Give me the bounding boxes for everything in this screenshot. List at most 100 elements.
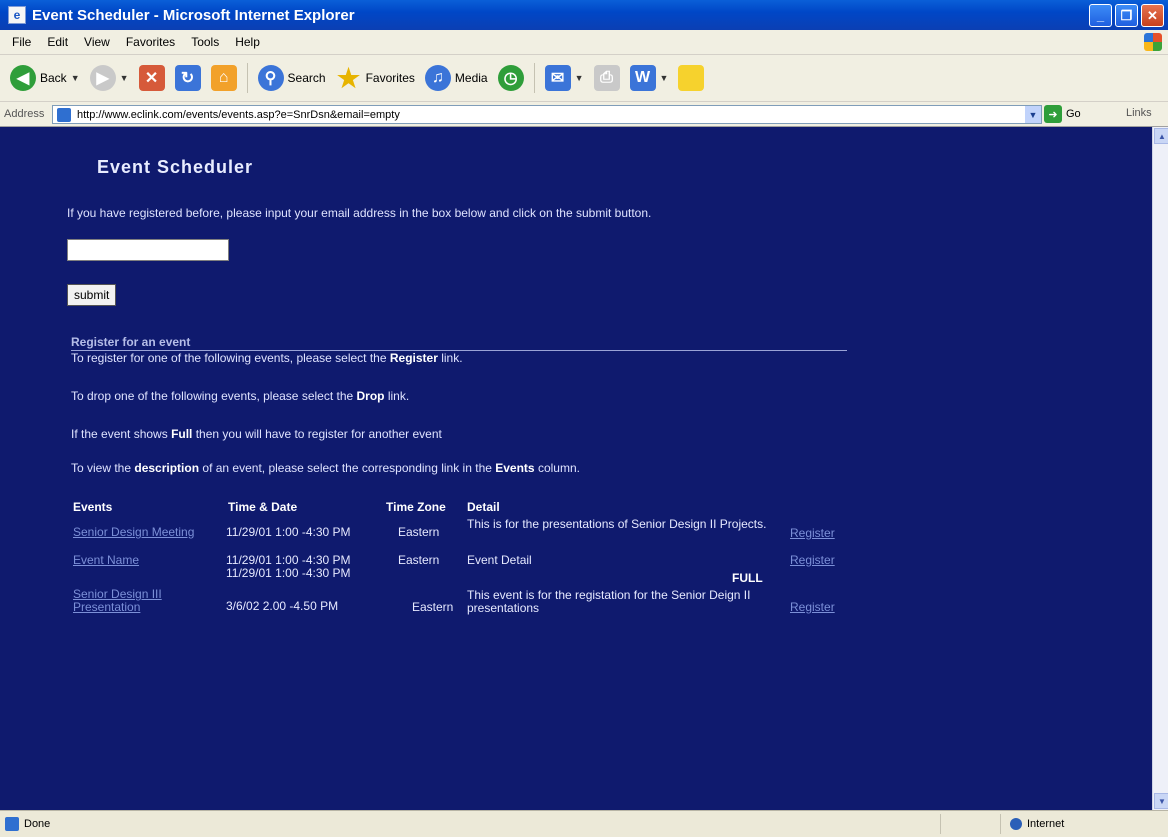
back-label: Back — [40, 71, 67, 85]
instruction-text: then you will have to register for anoth… — [192, 427, 442, 441]
register-link[interactable]: Register — [790, 601, 835, 614]
event-detail: This is for the presentations of Senior … — [467, 517, 767, 531]
menu-favorites[interactable]: Favorites — [126, 35, 175, 49]
scroll-up-icon[interactable]: ▲ — [1154, 128, 1168, 144]
edit-dropdown-icon[interactable]: ▼ — [660, 73, 669, 83]
event-link[interactable]: Senior Design III Presentation — [73, 588, 193, 614]
instruction-bold: Register — [389, 351, 438, 365]
folder-button[interactable] — [678, 65, 705, 91]
internet-globe-icon — [1010, 818, 1022, 830]
forward-arrow-icon: ▶ — [89, 65, 116, 91]
menu-help[interactable]: Help — [235, 35, 260, 49]
media-button[interactable]: ♫ Media — [424, 65, 488, 91]
menu-file[interactable]: File — [12, 35, 31, 49]
stop-icon: ✕ — [138, 65, 165, 91]
menu-tools[interactable]: Tools — [191, 35, 219, 49]
register-instruction: To register for one of the following eve… — [71, 351, 463, 365]
instruction-text: To drop one of the following events, ple… — [71, 389, 357, 403]
section-heading: Register for an event — [71, 335, 847, 351]
folder-icon — [678, 65, 705, 91]
page-done-icon — [5, 817, 19, 831]
home-button[interactable]: ⌂ — [210, 65, 237, 91]
minimize-button[interactable]: _ — [1089, 4, 1112, 27]
close-button[interactable]: ✕ — [1141, 4, 1164, 27]
print-button[interactable]: ⎙ — [593, 65, 620, 91]
forward-button[interactable]: ▶ ▼ — [89, 65, 129, 91]
media-icon: ♫ — [424, 65, 451, 91]
instruction-bold: Events — [495, 461, 535, 475]
title-bar: e Event Scheduler - Microsoft Internet E… — [0, 0, 1168, 30]
toolbar: ◀ Back ▼ ▶ ▼ ✕ ↻ ⌂ ⚲ Search ★ Favorites … — [0, 55, 1168, 102]
instruction-text: column. — [534, 461, 580, 475]
address-dropdown-icon[interactable]: ▼ — [1025, 106, 1041, 123]
column-header-events: Events — [73, 500, 113, 514]
scroll-down-icon[interactable]: ▼ — [1154, 793, 1168, 809]
event-detail: This event is for the registation for th… — [467, 588, 751, 615]
favorites-label: Favorites — [365, 71, 415, 85]
address-field[interactable]: http://www.eclink.com/events/events.asp?… — [52, 105, 1042, 124]
address-label: Address — [4, 108, 45, 120]
email-field[interactable] — [67, 239, 229, 261]
edit-button[interactable]: W ▼ — [629, 65, 669, 91]
window-controls: _ ❐ ✕ — [1089, 4, 1164, 27]
event-time: 11/29/01 1:00 -4:30 PM — [226, 525, 351, 539]
instruction-text: If the event shows — [71, 427, 172, 441]
zone-label: Internet — [1027, 818, 1065, 830]
column-header-detail: Detail — [467, 500, 500, 514]
vertical-scrollbar[interactable]: ▲ ▼ — [1152, 127, 1168, 810]
back-dropdown-icon[interactable]: ▼ — [71, 73, 80, 83]
history-button[interactable]: ◷ — [497, 65, 524, 91]
address-bar: Address http://www.eclink.com/events/eve… — [0, 102, 1168, 127]
windows-logo-icon — [1144, 33, 1162, 51]
mail-dropdown-icon[interactable]: ▼ — [575, 73, 584, 83]
event-zone: Eastern — [412, 600, 454, 614]
stop-button[interactable]: ✕ — [138, 65, 165, 91]
instruction-bold: Full — [171, 427, 193, 441]
drop-instruction: To drop one of the following events, ple… — [71, 389, 409, 403]
search-icon: ⚲ — [257, 65, 284, 91]
event-link[interactable]: Senior Design Meeting — [73, 526, 225, 539]
instruction-text: link. — [384, 389, 410, 403]
event-detail: Event Detail — [467, 553, 532, 567]
full-badge: FULL — [732, 571, 763, 585]
back-button[interactable]: ◀ Back ▼ — [10, 65, 80, 91]
instruction-text: To register for one of the following eve… — [71, 351, 390, 365]
event-link[interactable]: Event Name — [73, 554, 139, 567]
status-text: Done — [24, 818, 51, 830]
forward-dropdown-icon[interactable]: ▼ — [120, 73, 129, 83]
event-time: 11/29/01 1:00 -4:30 PM — [226, 566, 351, 580]
instruction-bold: Drop — [356, 389, 385, 403]
mail-button[interactable]: ✉ ▼ — [544, 65, 584, 91]
description-instruction: To view the description of an event, ple… — [71, 461, 580, 475]
register-link[interactable]: Register — [790, 527, 835, 540]
menu-bar: File Edit View Favorites Tools Help — [0, 30, 1168, 55]
search-label: Search — [287, 71, 326, 85]
column-header-time: Time & Date — [228, 500, 298, 514]
window-title: Event Scheduler - Microsoft Internet Exp… — [32, 6, 355, 24]
column-header-zone: Time Zone — [386, 500, 446, 514]
menu-view[interactable]: View — [84, 35, 110, 49]
status-bar: Done Internet — [0, 810, 1168, 837]
instruction-text: To view the — [71, 461, 135, 475]
go-label: Go — [1066, 108, 1081, 120]
instruction-text: of an event, please select the correspon… — [199, 461, 496, 475]
submit-button[interactable]: submit — [67, 284, 117, 306]
go-button[interactable]: ➜ Go — [1044, 105, 1081, 123]
toolbar-separator — [533, 63, 535, 93]
restore-button[interactable]: ❐ — [1115, 4, 1138, 27]
event-time: 3/6/02 2.00 -4.50 PM — [226, 599, 339, 613]
status-separator — [940, 814, 941, 834]
menu-edit[interactable]: Edit — [47, 35, 68, 49]
links-button[interactable]: Links — [1126, 107, 1152, 119]
page-icon — [57, 107, 71, 122]
refresh-button[interactable]: ↻ — [174, 65, 201, 91]
event-zone: Eastern — [398, 525, 440, 539]
instruction-text: link. — [437, 351, 463, 365]
address-url[interactable]: http://www.eclink.com/events/events.asp?… — [77, 109, 400, 121]
register-link[interactable]: Register — [790, 554, 835, 567]
favorites-button[interactable]: ★ Favorites — [336, 63, 415, 93]
printer-icon: ⎙ — [593, 65, 620, 91]
search-button[interactable]: ⚲ Search — [257, 65, 326, 91]
media-label: Media — [454, 71, 488, 85]
full-instruction: If the event shows Full then you will ha… — [71, 427, 442, 441]
